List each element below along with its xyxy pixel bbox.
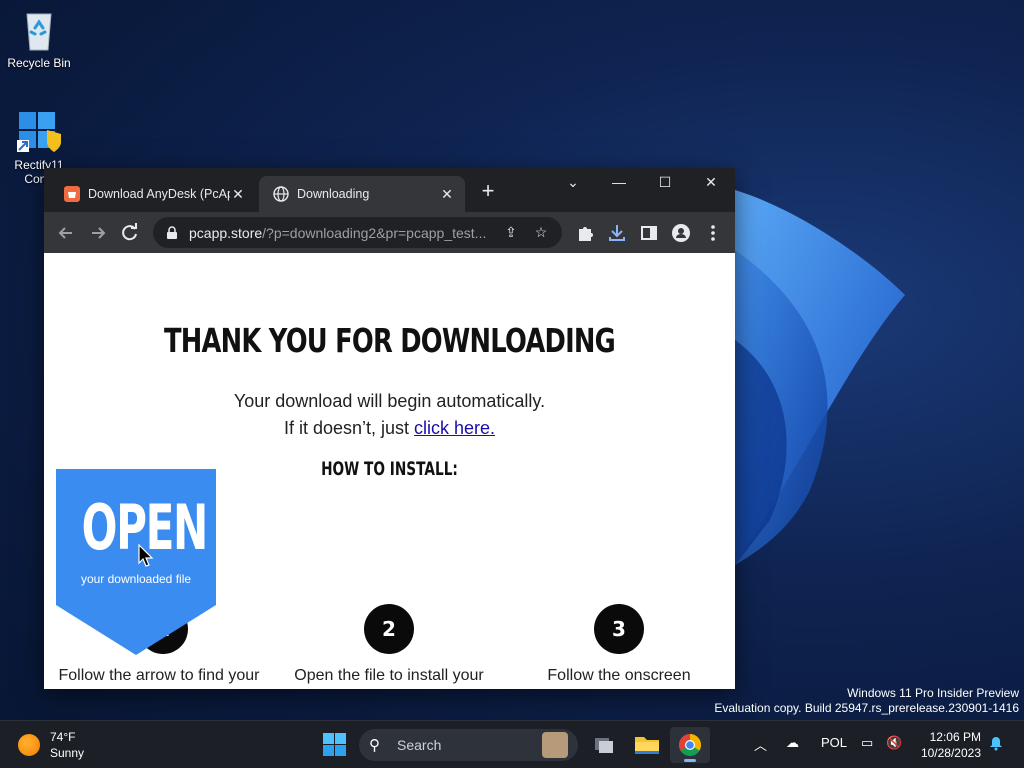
bookmark-star-icon[interactable]: ☆: [530, 224, 552, 241]
windows-logo-icon: [323, 733, 346, 756]
taskbar: 74°F Sunny ⚲ Search ︿ ☁ POL ▭ 🔇 12:06 PM…: [0, 720, 1024, 768]
mouse-cursor-icon: [138, 544, 154, 567]
weather-condition: Sunny: [50, 746, 85, 760]
search-highlight-icon: [542, 732, 568, 758]
back-arrow-icon[interactable]: [53, 220, 79, 246]
file-explorer-button[interactable]: [627, 727, 667, 763]
address-bar[interactable]: pcapp.store/?p=downloading2&pr=pcapp_tes…: [153, 217, 562, 248]
network-icon[interactable]: ▭: [861, 735, 873, 751]
chrome-button[interactable]: [670, 727, 710, 763]
tab-strip: Download AnyDesk (PcApp) ✕ Downloading ✕…: [44, 168, 735, 212]
recycle-bin-icon: [17, 8, 61, 52]
tab-downloading[interactable]: Downloading ✕: [259, 176, 465, 212]
desktop-icon-recycle-bin[interactable]: Recycle Bin: [1, 8, 77, 70]
search-placeholder: Search: [397, 737, 442, 753]
search-icon: ⚲: [369, 737, 380, 754]
sun-icon: [18, 734, 40, 756]
show-hidden-icons-chevron-icon[interactable]: ︿: [754, 735, 767, 754]
minimize-button[interactable]: —: [596, 168, 642, 198]
tab-download-anydesk[interactable]: Download AnyDesk (PcApp) ✕: [50, 176, 256, 212]
desktop-icon-label: Recycle Bin: [7, 56, 71, 70]
step-3-circle: 3: [594, 604, 644, 654]
weather-widget[interactable]: 74°F Sunny: [18, 729, 84, 761]
evaluation-watermark: Windows 11 Pro Insider Preview Evaluatio…: [714, 686, 1019, 715]
taskbar-search[interactable]: ⚲ Search: [359, 729, 578, 761]
onedrive-icon[interactable]: ☁: [786, 735, 799, 751]
side-panel-icon[interactable]: [636, 220, 662, 246]
tab-close-icon[interactable]: ✕: [230, 186, 246, 203]
notification-bell-icon[interactable]: [988, 735, 1004, 754]
tab-title: Downloading: [297, 187, 370, 201]
lock-icon: [167, 225, 177, 239]
task-view-button[interactable]: [584, 727, 624, 763]
maximize-button[interactable]: ☐: [642, 168, 688, 198]
url-text: pcapp.store/?p=downloading2&pr=pcapp_tes…: [189, 224, 487, 241]
step-2-circle: 2: [364, 604, 414, 654]
extensions-puzzle-icon[interactable]: [572, 220, 598, 246]
profile-avatar-icon[interactable]: [668, 220, 694, 246]
step-3-text: Follow the onscreen: [547, 667, 691, 684]
task-view-icon: [595, 738, 613, 753]
share-icon[interactable]: ⇪: [500, 224, 522, 241]
step-1-text: Follow the arrow to find your: [58, 667, 260, 684]
open-banner-subtitle: your downloaded file: [80, 572, 192, 586]
volume-muted-icon[interactable]: 🔇: [886, 735, 902, 751]
start-button[interactable]: [314, 727, 354, 763]
system-clock[interactable]: 12:06 PM 10/28/2023: [915, 729, 981, 761]
tab-close-icon[interactable]: ✕: [439, 186, 455, 203]
open-banner-title: OPEN: [81, 491, 209, 564]
reload-icon[interactable]: [117, 220, 143, 246]
menu-kebab-icon[interactable]: [700, 220, 726, 246]
download-icon[interactable]: [604, 220, 630, 246]
language-indicator[interactable]: POL: [821, 735, 847, 750]
browser-toolbar: pcapp.store/?p=downloading2&pr=pcapp_tes…: [44, 212, 735, 253]
folder-icon: [635, 737, 659, 754]
tab-title: Download AnyDesk (PcApp): [88, 187, 230, 201]
close-window-button[interactable]: ✕: [688, 168, 734, 198]
globe-icon: [273, 186, 289, 202]
forward-arrow-icon[interactable]: [85, 220, 111, 246]
open-file-banner: OPEN your downloaded file: [56, 469, 216, 655]
new-tab-button[interactable]: +: [476, 180, 500, 204]
weather-temp: 74°F: [50, 730, 76, 744]
web-page: THANK YOU FOR DOWNLOADING Your download …: [44, 253, 735, 689]
fallback-text: If it doesn’t, just click here.: [283, 418, 496, 438]
download-info-text: Your download will begin automatically.: [233, 391, 546, 411]
browser-window: Download AnyDesk (PcApp) ✕ Downloading ✕…: [44, 168, 735, 689]
chrome-icon: [679, 734, 701, 756]
tab-search-button[interactable]: ⌄: [550, 168, 596, 198]
rectify11-icon: [17, 110, 61, 154]
click-here-link[interactable]: click here.: [414, 418, 495, 438]
pcapp-favicon: [64, 186, 80, 202]
page-headline: THANK YOU FOR DOWNLOADING: [163, 321, 616, 360]
step-2-text: Open the file to install your: [294, 667, 484, 684]
